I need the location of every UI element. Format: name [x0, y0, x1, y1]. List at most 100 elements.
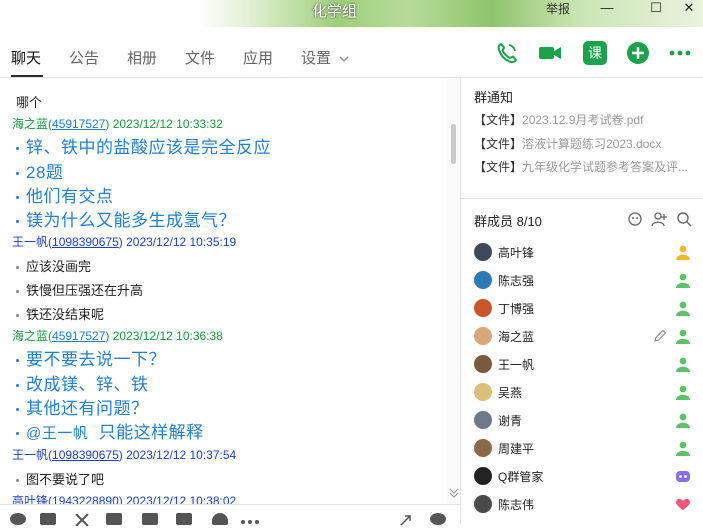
message-line: 他们有交点 [16, 182, 114, 207]
message-time: 2023/12/12 10:33:32 [112, 117, 223, 131]
title-bar: 化学组 举报 — ☐ ✕ [0, 0, 703, 27]
sender-nick[interactable]: 海之蓝 [12, 117, 48, 131]
avatar[interactable] [474, 439, 492, 457]
video-call-icon[interactable] [538, 41, 562, 65]
expand-icon[interactable] [398, 513, 414, 526]
member-item[interactable]: 王一帆 [461, 350, 703, 378]
member-name: 陈志强 [498, 274, 535, 288]
member-item[interactable]: 谢青 [461, 406, 703, 434]
message-time: 2023/12/12 10:37:54 [126, 448, 237, 462]
group-members-panel: 群成员 8/10 高叶锋陈志强丁博强 海之蓝 王一帆吴燕谢青周建平 Q群管家陈志伟 [461, 198, 703, 524]
sender-qq[interactable]: 1098390675 [52, 235, 119, 249]
sender-nick[interactable]: 王一帆 [12, 235, 48, 249]
notice-title: 群通知 [474, 90, 514, 105]
maximize-button[interactable]: ☐ [645, 0, 667, 18]
member-item[interactable]: 吴燕 [461, 378, 703, 406]
scrollbar-thumb[interactable] [451, 124, 456, 164]
close-button[interactable]: ✕ [678, 0, 700, 18]
message-time: 2023/12/12 10:38:02 [126, 494, 237, 504]
tab-album[interactable]: 相册 [127, 47, 157, 68]
gif-icon[interactable] [40, 513, 56, 525]
avatar[interactable] [474, 495, 492, 513]
member-item[interactable]: 陈志伟 [461, 490, 703, 518]
admin-role-icon [675, 412, 691, 428]
members-title: 群成员 8/10 [474, 214, 542, 229]
tab-files[interactable]: 文件 [185, 47, 215, 68]
screen-share-icon[interactable] [142, 513, 158, 525]
emoji-icon[interactable] [10, 513, 26, 525]
notice-file-item[interactable]: 【文件】2023.12.9月考试卷.pdf [474, 111, 643, 128]
admin-role-icon [675, 328, 691, 344]
minimize-button[interactable]: — [596, 0, 618, 18]
message-header: 高叶锋(1943228890) 2023/12/12 10:38:02 [12, 492, 236, 504]
avatar[interactable] [474, 411, 492, 429]
sender-qq[interactable]: 45917527 [52, 329, 105, 343]
avatar[interactable] [474, 271, 492, 289]
chat-message-list[interactable]: 哪个 海之蓝(45917527) 2023/12/12 10:33:32 锌、铁… [0, 78, 447, 504]
chat-scrollbar[interactable] [447, 78, 460, 504]
member-item[interactable]: 海之蓝 [461, 322, 703, 350]
avatar[interactable] [474, 243, 492, 261]
message-time: 2023/12/12 10:36:38 [112, 329, 223, 343]
admin-role-icon [675, 384, 691, 400]
window-title: 化学组 [312, 3, 358, 20]
avatar[interactable] [474, 467, 492, 485]
sender-nick[interactable]: 海之蓝 [12, 329, 48, 343]
member-settings-icon[interactable] [627, 211, 643, 227]
member-name: 谢青 [498, 414, 523, 428]
message-line: 铁还没结束呢 [16, 304, 104, 323]
member-item[interactable]: 周建平 [461, 434, 703, 462]
message-header: 海之蓝(45917527) 2023/12/12 10:36:38 [12, 329, 223, 343]
member-name: 陈志伟 [498, 498, 535, 512]
member-item[interactable]: 丁博强 [461, 294, 703, 322]
message-line: 28题 [16, 158, 63, 183]
member-item[interactable]: Q群管家 [461, 462, 703, 490]
history-icon[interactable] [430, 513, 446, 525]
more-tools-icon[interactable] [240, 513, 259, 525]
admin-role-icon [675, 440, 691, 456]
member-item[interactable]: 高叶锋 [461, 238, 703, 266]
edit-icon[interactable] [653, 329, 667, 348]
search-icon[interactable] [676, 211, 692, 227]
scroll-to-bottom-icon[interactable] [449, 488, 459, 498]
sender-qq[interactable]: 1098390675 [52, 448, 119, 462]
report-link[interactable]: 举报 [546, 0, 570, 17]
lesson-button[interactable]: 课 [583, 41, 607, 65]
tab-chat[interactable]: 聊天 [11, 47, 41, 68]
message-time: 2023/12/12 10:35:19 [126, 235, 237, 249]
heart-icon [675, 496, 691, 512]
more-icon[interactable] [668, 41, 692, 65]
message-line: 铁慢但压强还在升高 [16, 280, 143, 299]
notice-file-item[interactable]: 【文件】溶液计算题练习2023.docx [474, 135, 661, 152]
tab-settings[interactable]: 设置 [301, 47, 349, 68]
message-header: 海之蓝(45917527) 2023/12/12 10:33:32 [12, 117, 223, 131]
bell-icon[interactable] [212, 513, 228, 525]
tab-apps[interactable]: 应用 [243, 47, 273, 68]
sender-qq[interactable]: 1943228890 [52, 494, 119, 504]
tab-settings-label: 设置 [301, 50, 332, 67]
sender-nick[interactable]: 王一帆 [12, 448, 48, 462]
tab-bar: 聊天 公告 相册 文件 应用 设置 课 [0, 27, 703, 78]
member-name: 吴燕 [498, 386, 523, 400]
add-icon[interactable] [626, 41, 650, 65]
sender-nick[interactable]: 高叶锋 [12, 494, 48, 504]
scissors-icon[interactable] [74, 513, 90, 527]
admin-role-icon [675, 272, 691, 288]
phone-icon[interactable] [495, 41, 519, 65]
avatar[interactable] [474, 299, 492, 317]
avatar[interactable] [474, 383, 492, 401]
folder-icon[interactable] [106, 513, 122, 525]
add-member-icon[interactable] [651, 211, 667, 227]
message-header: 王一帆(1098390675) 2023/12/12 10:35:19 [12, 235, 237, 249]
avatar[interactable] [474, 327, 492, 345]
sender-qq[interactable]: 45917527 [52, 117, 105, 131]
tab-announcement[interactable]: 公告 [69, 47, 99, 68]
image-icon[interactable] [176, 513, 192, 525]
message-line: 改成镁、锌、铁 [16, 370, 149, 395]
mention-link[interactable]: @王一帆 [26, 425, 88, 442]
member-item[interactable]: 陈志强 [461, 266, 703, 294]
notice-file-item[interactable]: 【文件】九年级化学试题参考答案及评... [474, 158, 688, 175]
avatar[interactable] [474, 355, 492, 373]
message-line: @王一帆 只能这样解释 [16, 418, 204, 443]
group-notice-panel: 群通知 【文件】2023.12.9月考试卷.pdf 【文件】溶液计算题练习202… [461, 78, 703, 199]
